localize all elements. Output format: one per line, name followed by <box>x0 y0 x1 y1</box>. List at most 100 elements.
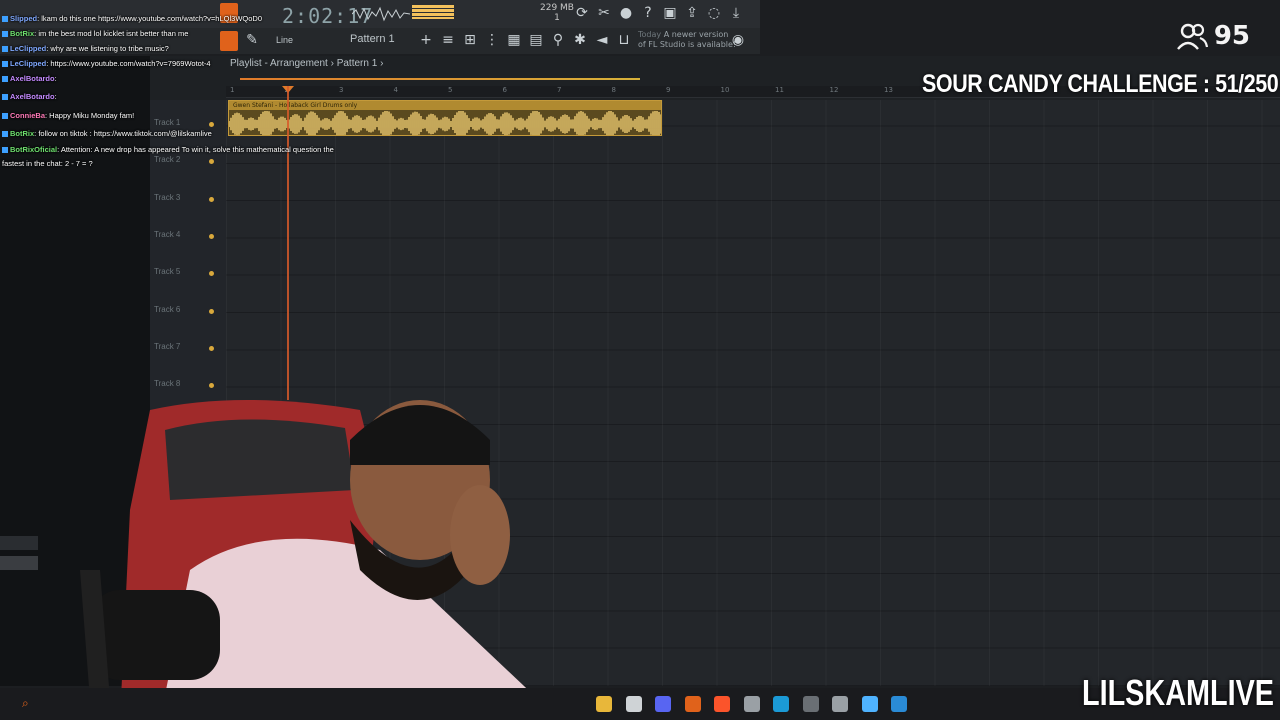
challenge-banner: SOUR CANDY CHALLENGE : 51/250 <box>921 70 1279 98</box>
track-label[interactable]: Track 1 <box>154 118 180 127</box>
ruler-bar-label: 9 <box>666 86 671 94</box>
chat-username[interactable]: BotRix <box>10 29 34 38</box>
chat-username[interactable]: ConnieBa <box>10 111 45 120</box>
ruler-bar-label: 10 <box>720 86 730 94</box>
chat-username[interactable]: LeClipped <box>10 44 46 53</box>
song-position-bar[interactable] <box>240 78 640 80</box>
chat-text: : follow on tiktok : https://www.tiktok.… <box>34 129 212 138</box>
pencil-tool-button[interactable] <box>220 31 238 51</box>
photos-icon[interactable] <box>891 696 907 712</box>
track-mute-dot[interactable] <box>209 159 214 165</box>
discord-icon[interactable] <box>655 696 671 712</box>
track-mute-dot[interactable] <box>209 233 214 239</box>
chat-badge-icon <box>2 61 8 68</box>
app-icon[interactable] <box>802 696 819 712</box>
track-mute-dot[interactable] <box>209 122 214 127</box>
track-mute-dot[interactable] <box>209 196 214 202</box>
channel-brand: LILSKAMLIVE <box>1082 672 1274 713</box>
news-panel[interactable]: Today A newer version of FL Studio is av… <box>638 30 738 50</box>
oscilloscope-icon <box>352 6 410 22</box>
chat-text: : Happy Miku Monday fam! <box>45 111 135 120</box>
chat-username[interactable]: LeClipped <box>10 59 46 68</box>
playlist-icon[interactable]: ≡ <box>440 32 456 48</box>
mic-icon[interactable]: ● <box>618 5 634 21</box>
brave-icon[interactable] <box>714 696 730 712</box>
chat-text: : im the best mod lol kicklet isnt bette… <box>34 29 189 38</box>
chat-username[interactable]: BotRixOficial <box>10 145 57 154</box>
cut-icon[interactable]: ✂ <box>596 5 612 21</box>
track-label[interactable]: Track 4 <box>154 230 180 239</box>
chat-username[interactable]: Slipped <box>10 14 37 23</box>
chat-text: : <box>54 92 57 101</box>
chat-message: BotRix: im the best mod lol kicklet isnt… <box>2 29 188 38</box>
refresh-icon[interactable]: ⟳ <box>574 5 590 21</box>
ruler-bar-label: 1 <box>230 86 235 94</box>
ruler-bar-label: 3 <box>339 86 344 94</box>
store-icon[interactable] <box>625 696 642 712</box>
playlist-breadcrumb[interactable]: Playlist - Arrangement › Pattern 1 › <box>230 58 383 69</box>
waveform-path <box>229 111 661 135</box>
mixer-icon[interactable]: ⋮ <box>484 32 500 48</box>
webcam-feed <box>80 400 560 720</box>
plugin-icon[interactable]: ▤ <box>528 32 544 48</box>
track-label[interactable]: Track 5 <box>154 267 180 276</box>
piano-roll-icon[interactable]: ⊞ <box>462 32 478 48</box>
snap-mode[interactable]: Line <box>276 35 293 45</box>
chat-username[interactable]: AxelBotardo <box>10 92 55 101</box>
chat-badge-icon <box>2 131 8 138</box>
pin-icon[interactable]: ⚲ <box>550 32 566 48</box>
obs-icon[interactable] <box>743 696 760 712</box>
ruler-bar-label: 12 <box>829 86 839 94</box>
chat-badge-icon <box>2 46 8 53</box>
wrench-icon[interactable]: ✱ <box>572 32 588 48</box>
chat-message: fastest in the chat: 2 - 7 = ? <box>2 159 93 168</box>
ruler-bar-label: 5 <box>448 86 453 94</box>
fl-studio-icon[interactable] <box>684 696 701 712</box>
chat-username[interactable]: BotRix <box>10 129 34 138</box>
viewers-icon <box>1176 23 1208 50</box>
cpu-readout: 229 MB 1 <box>540 3 574 23</box>
pattern-selector[interactable]: Pattern 1 <box>350 30 410 48</box>
chat-message: AxelBotardo: <box>2 74 57 83</box>
steam-icon[interactable] <box>773 696 789 712</box>
cart-icon[interactable]: ⊔ <box>616 32 632 48</box>
ruler-bar-label: 7 <box>557 86 562 94</box>
4k-icon[interactable] <box>832 696 848 712</box>
explorer-icon[interactable] <box>596 696 612 712</box>
chat-message: Slipped: lkam do this one https://www.yo… <box>2 14 262 23</box>
viewer-count: 95 <box>1213 21 1250 51</box>
export-icon[interactable]: ⇪ <box>684 5 700 21</box>
speaker-icon[interactable]: ◄ <box>594 32 610 48</box>
plus-icon[interactable]: + <box>418 32 434 48</box>
ruler-bar-label: 6 <box>502 86 507 94</box>
channel-rack-icon[interactable]: ▦ <box>506 32 522 48</box>
chat-icon[interactable]: ◌ <box>706 5 722 21</box>
track-label[interactable]: Track 3 <box>154 193 180 202</box>
clip-waveform <box>229 111 661 135</box>
chat-badge-icon <box>2 76 8 83</box>
ruler-bar-label: 11 <box>775 86 784 94</box>
track-mute-dot[interactable] <box>209 271 214 277</box>
help-icon[interactable]: ? <box>640 5 656 21</box>
chat-username[interactable]: AxelBotardo <box>10 74 55 83</box>
stream-frame: 2:02:17 229 MB 1 ⟳ ✂ ● ? ▣ ⇪ ◌ ⤓ ✎ Line … <box>0 0 1280 720</box>
track-label[interactable]: Track 7 <box>154 342 180 351</box>
chat-message: BotRix: follow on tiktok : https://www.t… <box>2 129 212 138</box>
track-label[interactable]: Track 6 <box>154 305 180 314</box>
search-icon[interactable]: ⌕ <box>22 696 29 711</box>
viewer-counter: 95 <box>1176 20 1250 52</box>
notepad-icon[interactable] <box>861 696 878 712</box>
chat-text: : why are we listening to tribe music? <box>46 44 169 53</box>
track-mute-dot[interactable] <box>209 345 214 351</box>
audio-clip[interactable]: Gwen Stefani - Hollaback Girl Drums only <box>228 100 662 136</box>
chat-badge-icon <box>2 147 8 154</box>
master-meter <box>412 5 454 19</box>
track-mute-dot[interactable] <box>209 308 214 314</box>
save-icon[interactable]: ▣ <box>662 5 678 21</box>
chat-badge-icon <box>2 16 8 23</box>
globe-icon[interactable]: ◉ <box>730 32 746 48</box>
playhead-line <box>287 86 289 400</box>
track-label[interactable]: Track 2 <box>154 155 180 164</box>
download-icon[interactable]: ⤓ <box>728 5 744 21</box>
brush-tool-icon[interactable]: ✎ <box>244 32 260 48</box>
